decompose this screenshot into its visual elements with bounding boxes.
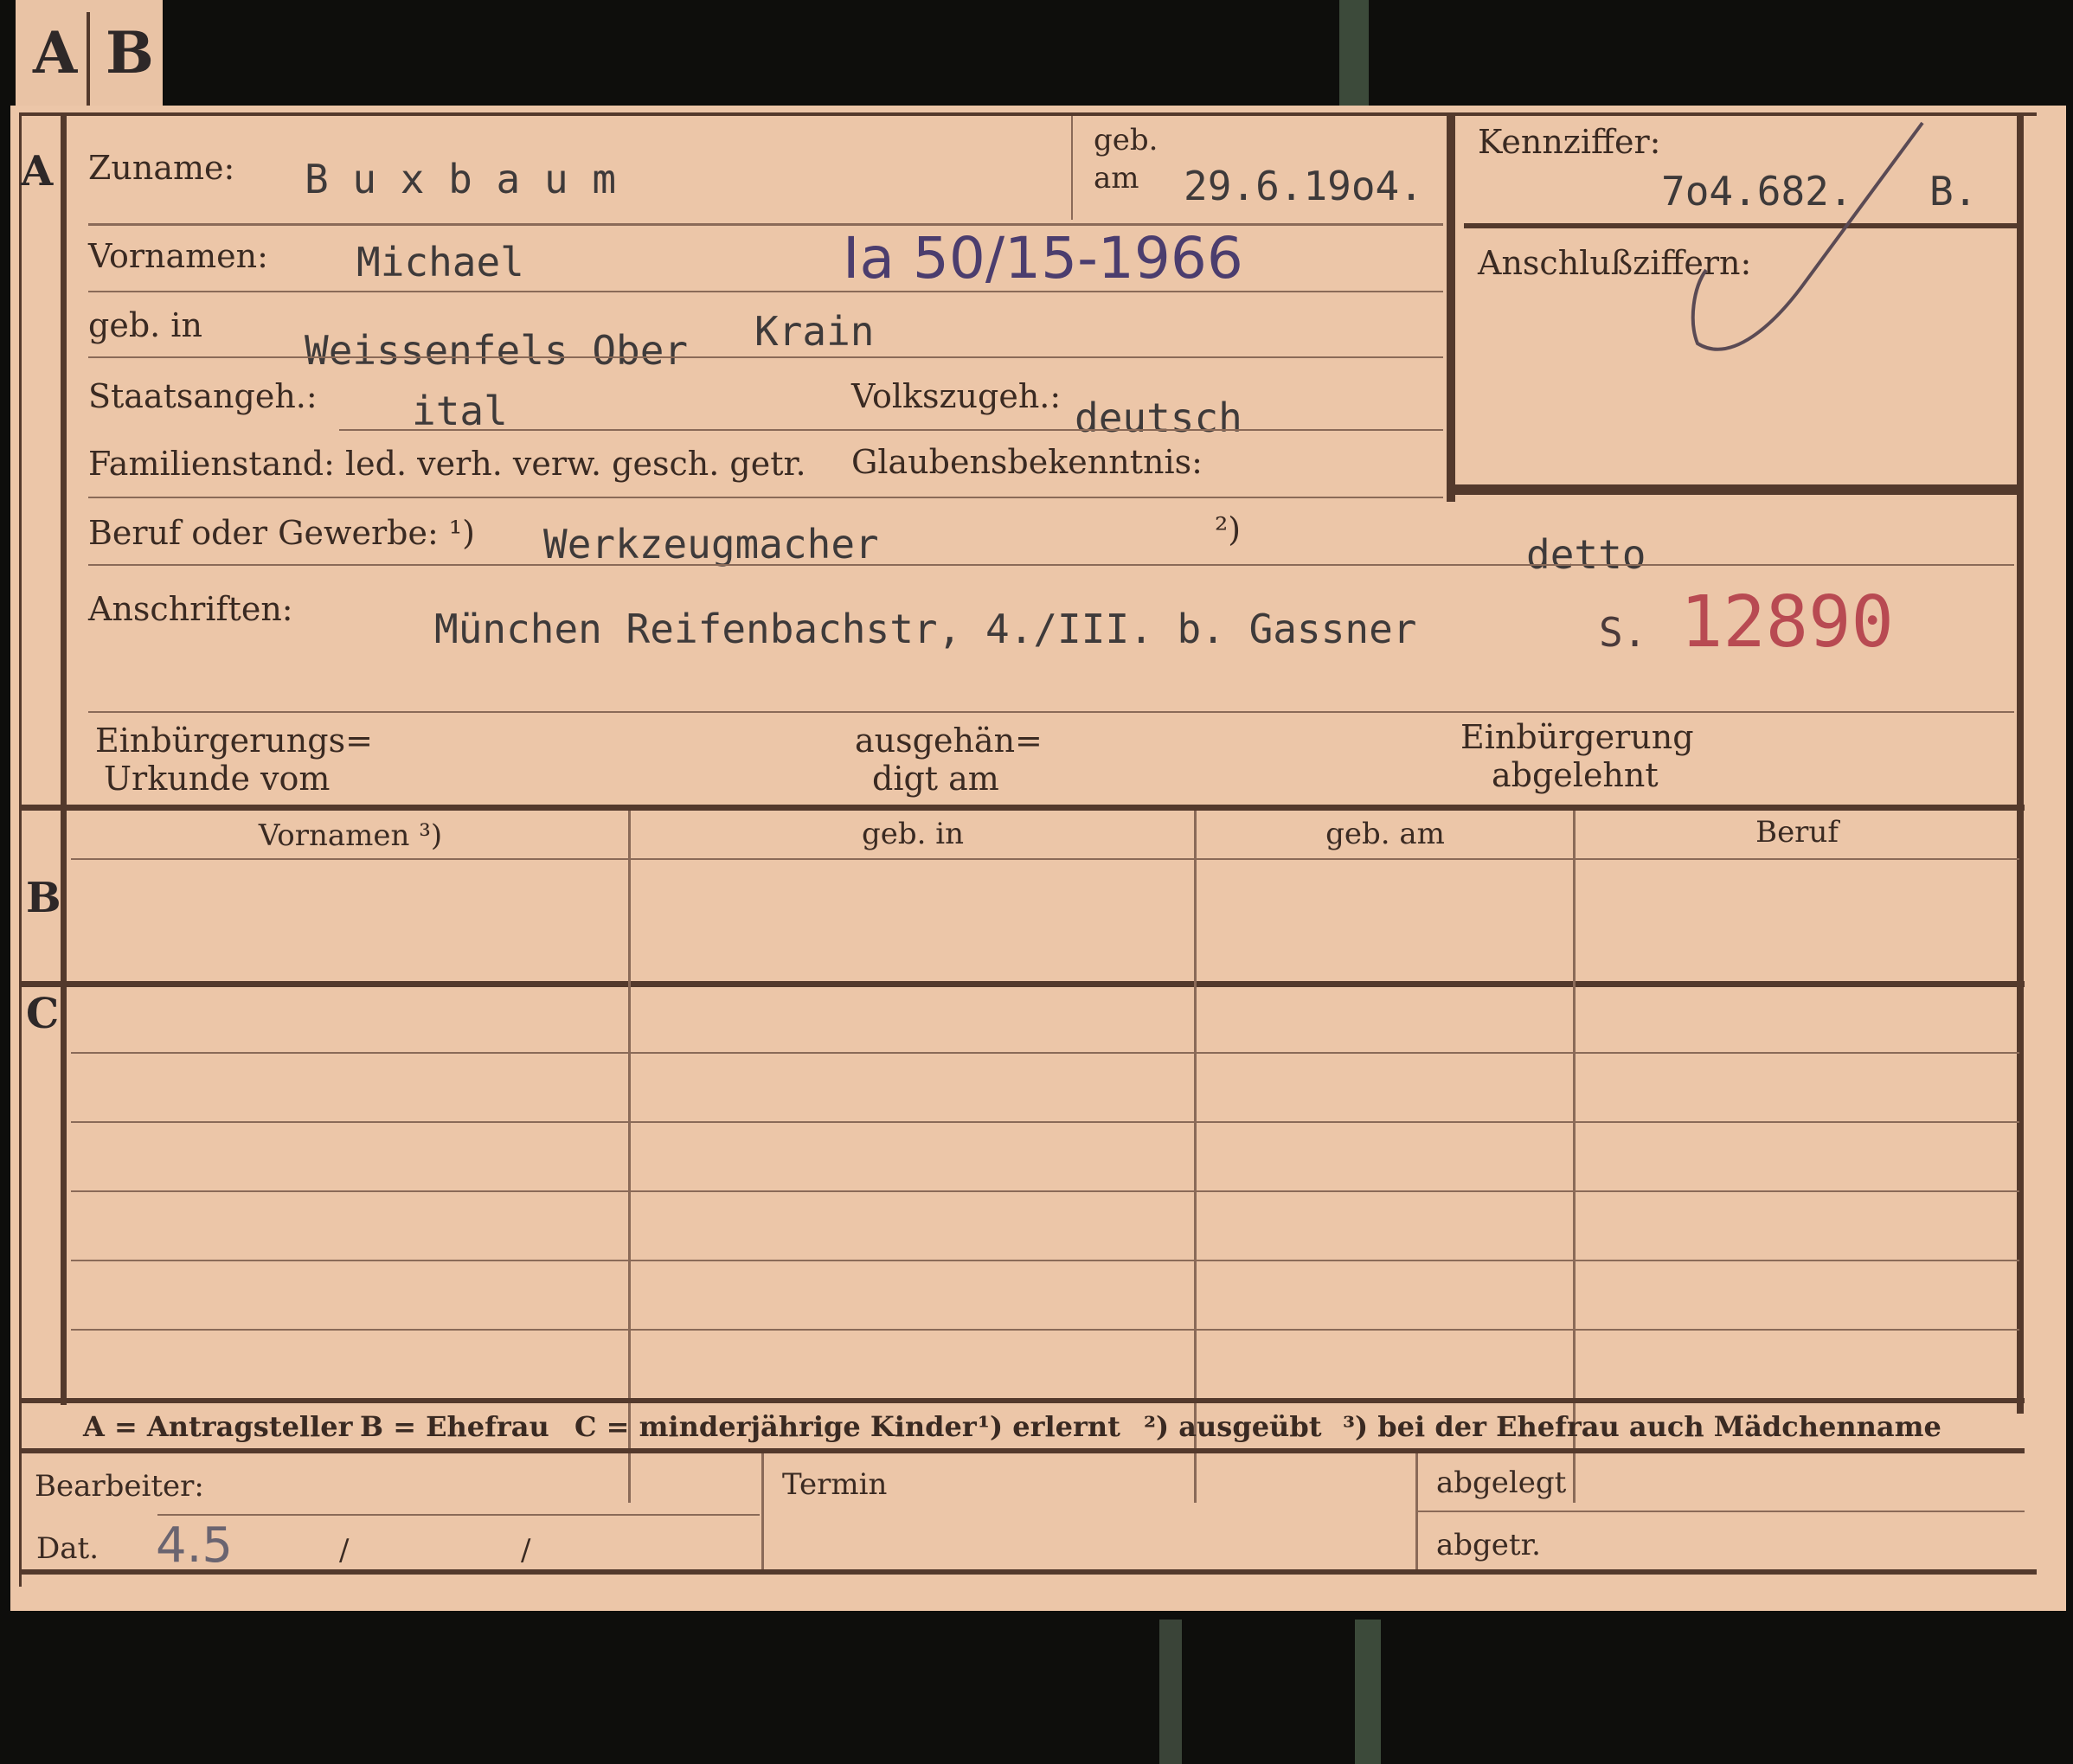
beruf-value: Werkzeugmacher [543, 521, 879, 568]
vornamen-label: Vornamen: [88, 237, 268, 275]
frame-left-edge [19, 116, 22, 1587]
geb-in-label: geb. in [88, 306, 202, 344]
beruf-ausgeuebt-value: detto [1526, 531, 1646, 578]
dat-slash-2: / [521, 1533, 531, 1568]
rule-geb-in [88, 356, 1443, 358]
section-c-letter: C [26, 990, 60, 1038]
dat-label: Dat. [36, 1531, 99, 1566]
rule-section-b-end [19, 981, 2025, 987]
ausgehaen-label-2: digt am [872, 760, 999, 798]
film-mark [1159, 1620, 1182, 1764]
frame-bottom [19, 1569, 2037, 1575]
zuname-value: B u x b a u m [305, 156, 617, 202]
table-row-rule [71, 1260, 2019, 1261]
einbuergerungs-label-2: Urkunde vom [104, 760, 331, 798]
section-a-letter: A [21, 147, 54, 196]
abgelehnt-label-2: abgelehnt [1492, 756, 1659, 794]
table-row-rule [71, 1052, 2019, 1054]
aktenzeichen-handwritten: Ia 50/15-1966 [843, 225, 1243, 292]
abgelehnt-label-1: Einbürgerung [1460, 718, 1694, 756]
rule-table-header [71, 858, 2019, 860]
tab-letter-a: A [33, 19, 78, 87]
einbuergerungs-label-1: Einbürgerungs= [95, 722, 373, 760]
termin-label: Termin [782, 1467, 888, 1502]
rule-beruf [88, 564, 2014, 566]
ausgehaen-label-1: ausgehän= [855, 722, 1043, 760]
tab-letter-b: B [106, 19, 154, 87]
kennziffer-box-bottom [1447, 484, 2023, 495]
film-mark [1339, 0, 1369, 106]
anschrift-value: München Reifenbachstr, 4./III. b. Gassne… [434, 606, 1417, 652]
legend-note-3: ³) bei der Ehefrau auch Mädchenname [1343, 1410, 1941, 1443]
legend-a: A = Antragsteller [83, 1410, 353, 1443]
dat-slash-1: / [339, 1533, 350, 1568]
col-header-vornamen: Vornamen ³) [258, 818, 443, 853]
rule-legend-end [19, 1448, 2025, 1453]
footer-divider-1 [761, 1453, 764, 1569]
index-tab: A B [16, 0, 163, 111]
tab-divider [87, 12, 90, 107]
beruf-note-2: ²) [1215, 510, 1242, 548]
legend-note-2: ²) ausgeübt [1144, 1410, 1322, 1443]
volkszugeh-value: deutsch [1075, 394, 1242, 441]
table-row-rule [71, 1329, 2019, 1331]
rule-anschriften [88, 711, 2014, 713]
col-header-beruf: Beruf [1755, 815, 1839, 850]
staatsangeh-value: ital [412, 388, 508, 434]
film-mark [1355, 1620, 1381, 1764]
volkszugeh-label: Volkszugeh.: [851, 377, 1062, 415]
table-row-rule [71, 1121, 2019, 1123]
rule-vornamen [88, 291, 1443, 292]
frame-left-bar [61, 116, 67, 1405]
abgelegt-label: abgelegt [1436, 1466, 1567, 1500]
abgetr-label: abgetr. [1436, 1528, 1541, 1562]
rule-staatsangeh [339, 429, 1443, 431]
table-row-rule [71, 1190, 2019, 1192]
staatsangeh-label: Staatsangeh.: [88, 377, 318, 415]
col-header-geb-in: geb. in [861, 817, 965, 851]
legend-c: C = minderjährige Kinder [574, 1410, 977, 1443]
stamp-prefix: S. [1599, 609, 1647, 656]
familienstand-label: Familienstand: led. verh. verw. gesch. g… [88, 445, 806, 483]
zuname-label: Zuname: [88, 149, 235, 187]
beruf-label: Beruf oder Gewerbe: ¹) [88, 514, 475, 552]
rule-familienstand [88, 497, 1443, 498]
registration-card: A B C Kennziffer: 7o4.682. B. Anschlußzi… [10, 106, 2066, 1611]
geb-in-value-2: Krain [754, 308, 875, 355]
stamp-number: 12890 [1680, 581, 1894, 664]
geb-label: geb. [1094, 123, 1158, 157]
rule-abgelegt [1417, 1511, 2025, 1512]
rule-bearbeiter [157, 1514, 760, 1516]
rule-section-a-end [19, 805, 2025, 811]
rule-section-c-end [19, 1398, 2025, 1403]
dat-value: 4.5 [156, 1517, 234, 1574]
geb-divider [1071, 116, 1073, 220]
frame-right-bar [2017, 116, 2024, 1414]
geb-in-value-1: Weissenfels Ober [305, 327, 689, 374]
kennziffer-label: Kennziffer: [1478, 123, 1661, 161]
glaubensbekenntnis-label: Glaubensbekenntnis: [851, 443, 1203, 481]
legend-note-1: ¹) erlernt [978, 1410, 1120, 1443]
am-label: am [1094, 161, 1139, 196]
geb-am-value: 29.6.19o4. [1184, 163, 1423, 209]
anschriften-label: Anschriften: [88, 590, 293, 628]
vornamen-value: Michael [356, 239, 524, 285]
section-b-letter: B [26, 874, 61, 922]
col-header-geb-am: geb. am [1325, 817, 1445, 851]
bearbeiter-label: Bearbeiter: [35, 1469, 204, 1504]
kennziffer-box-left [1447, 114, 1455, 502]
check-mark [1691, 121, 1924, 351]
legend-b: B = Ehefrau [360, 1410, 549, 1443]
